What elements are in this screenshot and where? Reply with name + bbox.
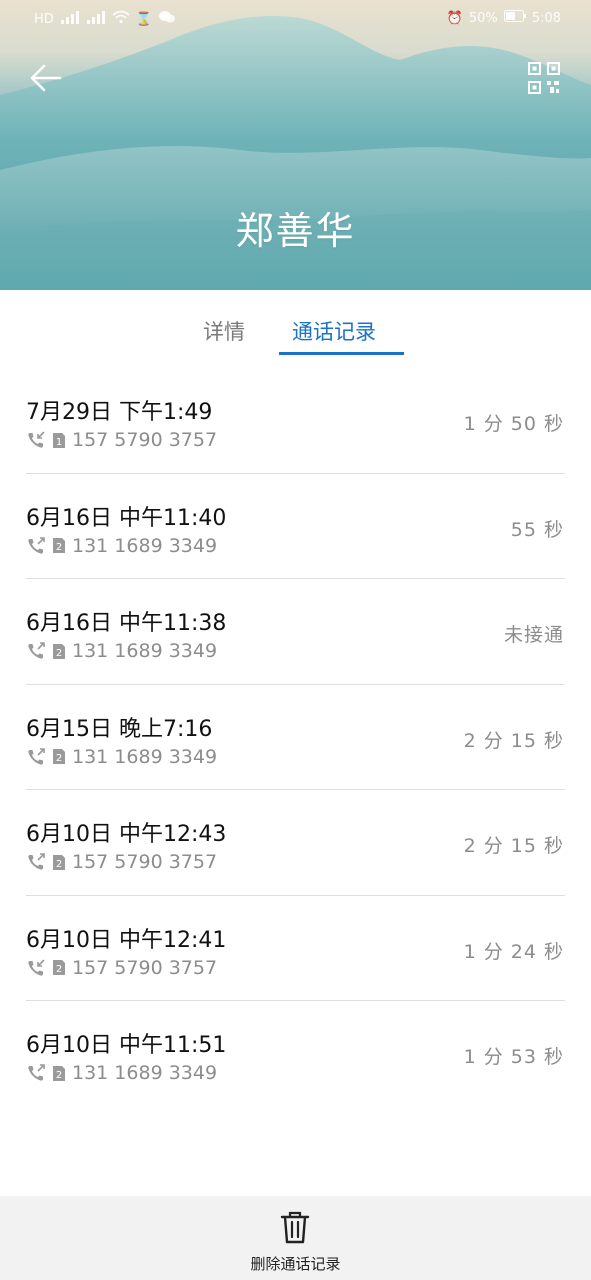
signal-icon xyxy=(86,10,106,30)
svg-text:2: 2 xyxy=(56,753,62,764)
call-duration: 2 分 15 秒 xyxy=(463,729,564,752)
delete-call-log-label: 删除通话记录 xyxy=(250,1255,341,1273)
arrow-left-icon xyxy=(30,64,62,92)
call-date: 6月10日 中午12:43 xyxy=(26,822,227,847)
call-log-row[interactable]: 7月29日 下午1:49 1 157 5790 3757 1 分 50 秒 xyxy=(0,368,591,474)
call-log-row[interactable]: 6月15日 晚上7:16 2 131 1689 3349 2 分 15 秒 xyxy=(0,685,591,790)
call-sub-info: 2 131 1689 3349 xyxy=(26,746,217,768)
active-tab-indicator xyxy=(279,352,404,355)
incoming-call-icon xyxy=(26,958,46,978)
call-number: 131 1689 3349 xyxy=(72,745,218,768)
call-log-row[interactable]: 6月10日 中午11:51 2 131 1689 3349 1 分 53 秒 xyxy=(0,1001,591,1107)
call-sub-info: 2 131 1689 3349 xyxy=(26,535,217,557)
delete-call-log-button[interactable]: 删除通话记录 xyxy=(0,1196,591,1280)
sim-2-icon: 2 xyxy=(52,537,66,554)
call-sub-info: 2 131 1689 3349 xyxy=(26,1062,217,1084)
tab-call-log[interactable]: 通话记录 xyxy=(292,316,376,346)
outgoing-call-icon xyxy=(26,747,46,767)
call-number: 157 5790 3757 xyxy=(72,429,218,451)
hourglass-icon: ⌛ xyxy=(135,12,152,27)
call-duration: 2 分 15 秒 xyxy=(463,835,564,857)
signal-icon xyxy=(60,10,80,30)
call-date: 6月16日 中午11:38 xyxy=(26,611,227,636)
contact-header: HD ⌛ ⏰ 50% 5:08 郑善华 xyxy=(0,0,591,290)
call-duration: 1 分 53 秒 xyxy=(463,1046,564,1068)
back-button[interactable] xyxy=(26,58,66,98)
alarm-icon: ⏰ xyxy=(446,11,463,26)
svg-text:2: 2 xyxy=(56,542,62,553)
call-date: 6月10日 中午11:51 xyxy=(26,1033,227,1058)
qr-code-icon xyxy=(528,62,560,94)
contact-name: 郑善华 xyxy=(235,209,356,253)
outgoing-call-icon xyxy=(26,1063,46,1083)
call-log-row[interactable]: 6月10日 中午12:41 2 157 5790 3757 1 分 24 秒 xyxy=(0,896,591,1001)
status-bar: HD ⌛ ⏰ 50% 5:08 xyxy=(0,8,591,34)
call-duration: 55 秒 xyxy=(510,518,564,541)
call-duration: 1 分 24 秒 xyxy=(463,940,564,963)
incoming-call-icon xyxy=(26,430,46,450)
sim-2-icon: 2 xyxy=(52,748,66,765)
call-sub-info: 2 131 1689 3349 xyxy=(26,640,217,662)
call-sub-info: 1 157 5790 3757 xyxy=(26,429,217,451)
call-number: 131 1689 3349 xyxy=(72,640,218,662)
svg-text:1: 1 xyxy=(56,437,62,448)
svg-text:2: 2 xyxy=(56,1070,62,1081)
outgoing-call-icon xyxy=(26,641,46,661)
sim-2-icon: 2 xyxy=(52,1065,66,1082)
qr-code-button[interactable] xyxy=(526,60,562,96)
outgoing-call-icon xyxy=(26,852,46,872)
battery-icon xyxy=(503,10,526,28)
svg-text:2: 2 xyxy=(56,859,62,870)
hd-icon: HD xyxy=(34,12,54,27)
call-log-row[interactable]: 6月16日 中午11:38 2 131 1689 3349 未接通 xyxy=(0,579,591,685)
tab-details[interactable]: 详情 xyxy=(203,316,245,346)
status-time: 5:08 xyxy=(531,11,561,26)
call-date: 6月15日 晚上7:16 xyxy=(26,716,213,742)
sim-2-icon: 2 xyxy=(52,959,66,976)
wifi-icon xyxy=(112,10,130,30)
call-log-list: 7月29日 下午1:49 1 157 5790 3757 1 分 50 秒 6月… xyxy=(0,368,591,1107)
call-number: 157 5790 3757 xyxy=(72,851,218,873)
call-log-row[interactable]: 6月10日 中午12:43 2 157 5790 3757 2 分 15 秒 xyxy=(0,790,591,896)
svg-text:2: 2 xyxy=(56,648,62,659)
wechat-icon xyxy=(158,10,176,30)
call-number: 131 1689 3349 xyxy=(72,534,218,557)
call-duration: 未接通 xyxy=(503,624,564,646)
call-number: 131 1689 3349 xyxy=(72,1062,218,1084)
battery-percent: 50% xyxy=(468,11,498,26)
call-log-screen: HD ⌛ ⏰ 50% 5:08 郑善华 详情 通话记录 7月29日 下午1:49… xyxy=(0,0,591,1280)
call-log-row[interactable]: 6月16日 中午11:40 2 131 1689 3349 55 秒 xyxy=(0,474,591,579)
svg-text:2: 2 xyxy=(56,964,62,975)
call-date: 7月29日 下午1:49 xyxy=(26,400,213,425)
call-date: 6月16日 中午11:40 xyxy=(26,505,227,531)
call-sub-info: 2 157 5790 3757 xyxy=(26,851,217,873)
outgoing-call-icon xyxy=(26,536,46,556)
sim-2-icon: 2 xyxy=(52,854,66,871)
call-duration: 1 分 50 秒 xyxy=(463,413,564,435)
call-sub-info: 2 157 5790 3757 xyxy=(26,957,217,979)
tab-bar: 详情 通话记录 xyxy=(0,290,591,358)
sim-1-icon: 1 xyxy=(52,432,66,449)
sim-2-icon: 2 xyxy=(52,643,66,660)
call-date: 6月10日 中午12:41 xyxy=(26,927,227,953)
call-number: 157 5790 3757 xyxy=(72,956,218,979)
trash-icon xyxy=(280,1211,310,1244)
